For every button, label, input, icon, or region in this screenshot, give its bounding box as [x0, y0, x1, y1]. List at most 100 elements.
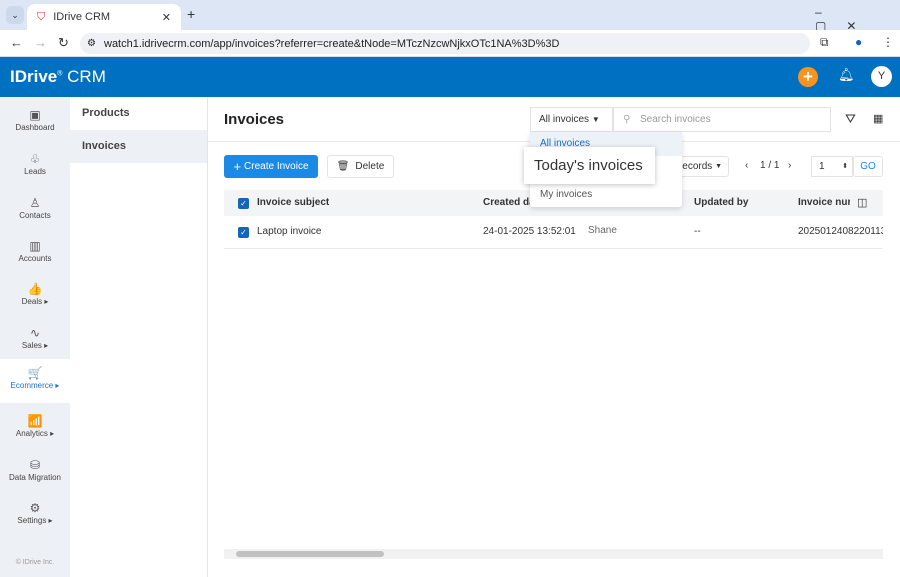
cell-updated-by: -- — [694, 226, 701, 237]
tab-title: IDrive CRM — [53, 11, 111, 23]
accounts-icon: ▥ — [29, 239, 41, 253]
sidebar-label: Dashboard — [15, 123, 55, 132]
scrollbar-thumb[interactable] — [236, 551, 384, 557]
column-settings-icon[interactable]: ◫ — [857, 196, 867, 209]
url-field[interactable]: ⚙ watch1.idrivecrm.com/app/invoices?refer… — [80, 33, 810, 54]
row-checkbox[interactable]: ✓ — [238, 227, 249, 238]
sidebar-item-settings[interactable]: ⚙ Settings ▸ — [0, 494, 70, 538]
sidebar-item-dashboard[interactable]: ▣ Dashboard — [0, 101, 70, 145]
extensions-icon[interactable]: ⧉ — [820, 35, 829, 50]
sidebar-item-sales[interactable]: ∿ Sales ▸ — [0, 319, 70, 363]
page-input[interactable]: 1 ⬍ — [811, 156, 853, 177]
sidebar-item-contacts[interactable]: ♙ Contacts — [0, 189, 70, 233]
search-input[interactable]: ⚲ Search invoices — [613, 107, 831, 132]
page-value: 1 — [819, 161, 825, 172]
prev-page-icon[interactable]: ‹ — [745, 160, 748, 171]
forward-icon[interactable]: → — [34, 35, 47, 50]
sub-navigation: Products Invoices — [70, 97, 208, 577]
browser-tab[interactable]: ⛉ IDrive CRM ✕ — [27, 4, 181, 30]
sidebar-label: Accounts — [18, 254, 52, 263]
view-select[interactable]: All invoices ▼ — [530, 107, 613, 132]
cart-icon: 🛒 — [27, 366, 43, 380]
subnav-products[interactable]: Products — [70, 97, 207, 130]
cell-owner: Shane — [588, 225, 617, 236]
notification-bell-icon[interactable]: 🔔︎ — [838, 67, 855, 83]
sidebar-label: Deals ▸ — [21, 297, 49, 306]
search-icon: ⚲ — [623, 114, 631, 125]
sidebar-label: Contacts — [19, 211, 51, 220]
cell-invoice-number: 2025012408220113 — [798, 226, 883, 237]
search-placeholder: Search invoices — [640, 114, 711, 125]
cell-subject[interactable]: Laptop invoice — [257, 216, 322, 248]
sidebar: ▣ Dashboard ♧ Leads ♙ Contacts ▥ Accounts 👍 D… — [0, 97, 70, 577]
avatar[interactable]: Y — [871, 66, 892, 87]
analytics-icon: 📶 — [27, 414, 43, 428]
page-title: Invoices — [224, 111, 285, 128]
cell-created: 24-01-2025 13:52:01 — [483, 226, 576, 237]
back-icon[interactable]: ← — [10, 35, 23, 50]
pagination-text: 1 / 1 — [760, 160, 780, 171]
next-page-icon[interactable]: › — [788, 160, 791, 171]
thumbs-up-icon: 👍 — [27, 282, 43, 296]
browser-tab-bar: ⌄ ⛉ IDrive CRM ✕ + –▢✕ — [0, 0, 900, 33]
new-tab-icon[interactable]: + — [187, 6, 195, 22]
col-invoice-number[interactable]: Invoice nur — [798, 190, 850, 216]
delete-label: Delete — [355, 161, 385, 172]
idrive-crm-logo[interactable]: IDrive® CRM — [10, 67, 106, 87]
filter-icon[interactable]: ⛛ — [845, 111, 856, 127]
sidebar-label: Leads — [24, 167, 46, 176]
close-tab-icon[interactable]: ✕ — [162, 11, 171, 24]
sidebar-item-analytics[interactable]: 📶 Analytics ▸ — [0, 407, 70, 451]
gear-icon: ⚙ — [29, 501, 41, 515]
url-text: watch1.idrivecrm.com/app/invoices?referr… — [104, 37, 560, 50]
dashboard-icon: ▣ — [29, 108, 41, 122]
sidebar-item-data-migration[interactable]: ⛁ Data Migration — [0, 451, 70, 495]
trash-icon: 🗑︎ — [336, 161, 350, 172]
sidebar-item-leads[interactable]: ♧ Leads — [0, 145, 70, 189]
calendar-icon[interactable]: ▦ — [873, 112, 883, 125]
profile-icon[interactable]: ● — [855, 35, 862, 49]
copyright: © IDrive Inc. — [15, 559, 55, 566]
sidebar-item-deals[interactable]: 👍 Deals ▸ — [0, 275, 70, 319]
reload-icon[interactable]: ↻ — [58, 35, 69, 51]
contacts-icon: ♙ — [29, 196, 41, 210]
logo-sub: CRM — [67, 67, 106, 86]
leads-icon: ♧ — [29, 152, 41, 166]
menu-icon[interactable]: ⋮ — [882, 35, 894, 49]
hover-tooltip: Today's invoices — [524, 147, 655, 184]
records-label: ecords — [682, 161, 713, 172]
caret-down-icon: ▼ — [591, 115, 600, 124]
logo-main: IDrive — [10, 67, 58, 86]
tab-list-button[interactable]: ⌄ — [6, 6, 24, 24]
create-invoice-button[interactable]: + Create Invoice — [224, 155, 318, 178]
view-select-value: All invoices — [539, 114, 590, 125]
sidebar-item-accounts[interactable]: ▥ Accounts — [0, 232, 70, 276]
sidebar-label: Analytics ▸ — [15, 429, 55, 438]
sidebar-label: Data Migration — [8, 473, 62, 482]
delete-button[interactable]: 🗑︎ Delete — [327, 155, 394, 178]
sidebar-label: Ecommerce ▸ — [10, 381, 60, 390]
option-my-invoices[interactable]: My invoices — [530, 183, 682, 207]
pulse-icon: ∿ — [29, 326, 41, 340]
plus-icon: + — [233, 159, 242, 174]
add-icon[interactable]: + — [798, 67, 818, 87]
go-button[interactable]: GO — [853, 156, 883, 177]
create-label: Create Invoice — [244, 161, 309, 172]
window-controls[interactable]: –▢✕ — [815, 5, 900, 33]
sidebar-label: Sales ▸ — [21, 341, 49, 350]
sidebar-label: Settings ▸ — [17, 516, 53, 525]
select-all-checkbox[interactable]: ✓ — [238, 198, 249, 209]
sidebar-item-ecommerce[interactable]: 🛒 Ecommerce ▸ — [0, 359, 70, 403]
stepper-icon[interactable]: ⬍ — [842, 157, 848, 176]
col-updated-by[interactable]: Updated by — [694, 190, 748, 216]
col-created-date[interactable]: Created da — [483, 190, 535, 216]
col-invoice-subject[interactable]: Invoice subject — [257, 190, 329, 216]
row-divider — [224, 248, 883, 249]
database-icon: ⛁ — [29, 458, 41, 472]
caret-down-icon: ▼ — [715, 163, 722, 170]
idrive-favicon-icon: ⛉ — [37, 10, 46, 23]
horizontal-scrollbar[interactable] — [224, 549, 883, 559]
site-info-icon[interactable]: ⚙ — [87, 38, 96, 49]
app-header: IDrive® CRM + 🔔︎ Y — [0, 57, 900, 97]
subnav-invoices[interactable]: Invoices — [70, 130, 207, 163]
